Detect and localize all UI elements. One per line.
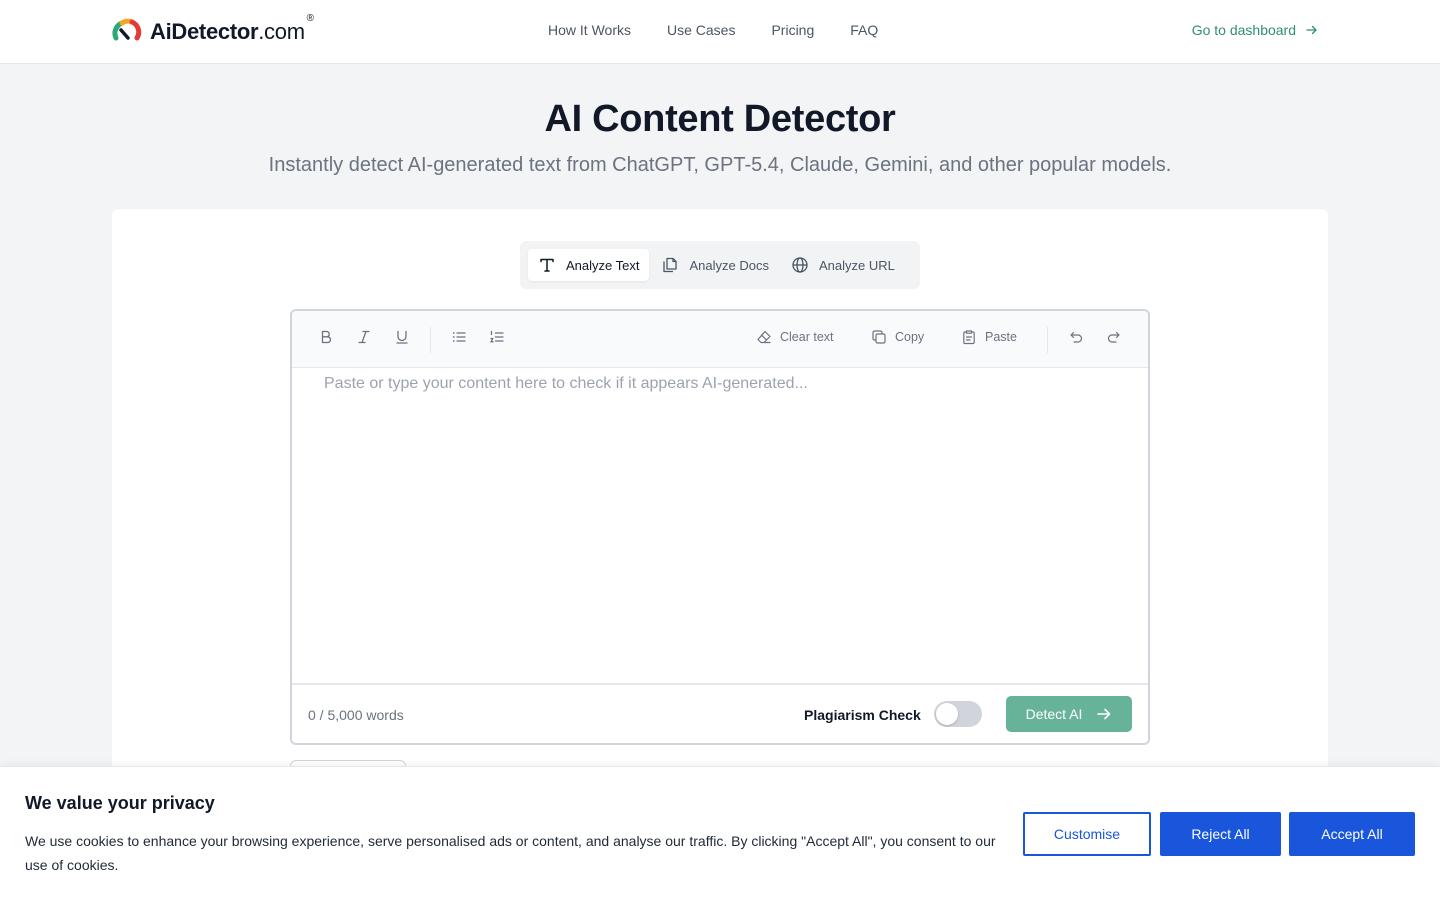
go-to-dashboard-link[interactable]: Go to dashboard [1192, 22, 1318, 38]
nav-pricing[interactable]: Pricing [771, 22, 814, 38]
page-subtitle: Instantly detect AI-generated text from … [268, 154, 1172, 176]
copy-button[interactable]: Copy [871, 329, 924, 345]
numbered-list-button[interactable] [489, 329, 505, 345]
cookie-message: We use cookies to enhance your browsing … [25, 833, 996, 873]
bullet-list-button[interactable] [451, 329, 467, 345]
tab-analyze-text-label: Analyze Text [566, 257, 640, 273]
toolbar-divider [430, 327, 431, 353]
globe-icon [792, 257, 808, 273]
bold-button[interactable] [318, 329, 334, 345]
text-editor: Clear text Copy Paste 0 / 5,000 words Pl… [290, 309, 1150, 745]
reject-all-button[interactable]: Reject All [1160, 812, 1281, 856]
tab-analyze-url[interactable]: Analyze URL [781, 249, 905, 281]
mode-tabs: Analyze Text Analyze Docs Analyze URL [520, 241, 920, 289]
paste-label: Paste [985, 330, 1017, 344]
page-title: AI Content Detector [544, 98, 896, 140]
tab-analyze-docs-label: Analyze Docs [689, 257, 769, 273]
detect-ai-button[interactable]: Detect AI [1006, 696, 1132, 732]
accept-all-button[interactable]: Accept All [1289, 812, 1415, 856]
tab-analyze-text[interactable]: Analyze Text [528, 249, 650, 281]
content-textarea[interactable] [292, 369, 1148, 683]
underline-button[interactable] [394, 329, 410, 345]
underline-icon [396, 330, 408, 344]
site-header: AiDetector.com ® How It Works Use Cases P… [0, 0, 1440, 64]
plagiarism-check-label: Plagiarism Check [804, 707, 921, 723]
bullet-list-icon [452, 332, 466, 342]
numbered-list-icon [490, 330, 504, 343]
clear-text-button[interactable]: Clear text [756, 329, 834, 345]
cookie-banner: We value your privacy We use cookies to … [0, 766, 1440, 900]
text-icon [540, 258, 554, 272]
toolbar-divider [1047, 327, 1048, 353]
logo-suffix: .com [258, 19, 305, 44]
editor-toolbar: Clear text Copy Paste [292, 311, 1148, 368]
customise-button[interactable]: Customise [1023, 812, 1151, 856]
nav-faq[interactable]: FAQ [850, 22, 878, 38]
nav-use-cases[interactable]: Use Cases [667, 22, 735, 38]
paste-icon [963, 330, 975, 345]
nav-how-it-works[interactable]: How It Works [548, 22, 631, 38]
arrow-right-icon [1306, 25, 1317, 35]
docs-icon [663, 257, 678, 273]
clear-text-label: Clear text [780, 330, 834, 344]
cookie-title: We value your privacy [25, 793, 215, 813]
italic-button[interactable] [356, 329, 372, 345]
tab-analyze-docs[interactable]: Analyze Docs [651, 249, 778, 281]
undo-button[interactable] [1068, 329, 1084, 345]
logo[interactable]: AiDetector.com ® [110, 13, 314, 48]
editor-footer: 0 / 5,000 words Plagiarism Check Detect … [292, 683, 1148, 743]
bold-icon [321, 330, 331, 344]
italic-icon [358, 330, 370, 344]
logo-text: AiDetector.com ® [150, 13, 314, 45]
arrow-right-icon [1097, 708, 1111, 720]
toggle-knob [936, 703, 958, 725]
detect-ai-label: Detect AI [1025, 706, 1083, 722]
eraser-icon [757, 330, 771, 344]
undo-icon [1070, 331, 1083, 343]
word-count: 0 / 5,000 words [308, 707, 404, 723]
plagiarism-check-toggle[interactable] [934, 701, 982, 727]
dashboard-link-label: Go to dashboard [1191, 22, 1296, 38]
copy-icon [872, 330, 886, 344]
redo-button[interactable] [1106, 329, 1122, 345]
paste-button[interactable]: Paste [961, 329, 1017, 345]
copy-label: Copy [895, 330, 925, 344]
main-nav: How It Works Use Cases Pricing FAQ [548, 22, 878, 38]
logo-main: AiDetector [150, 19, 259, 44]
redo-icon [1107, 331, 1120, 343]
logo-registered-mark: ® [306, 13, 314, 24]
logo-icon [112, 18, 142, 41]
tab-analyze-url-label: Analyze URL [818, 257, 895, 273]
